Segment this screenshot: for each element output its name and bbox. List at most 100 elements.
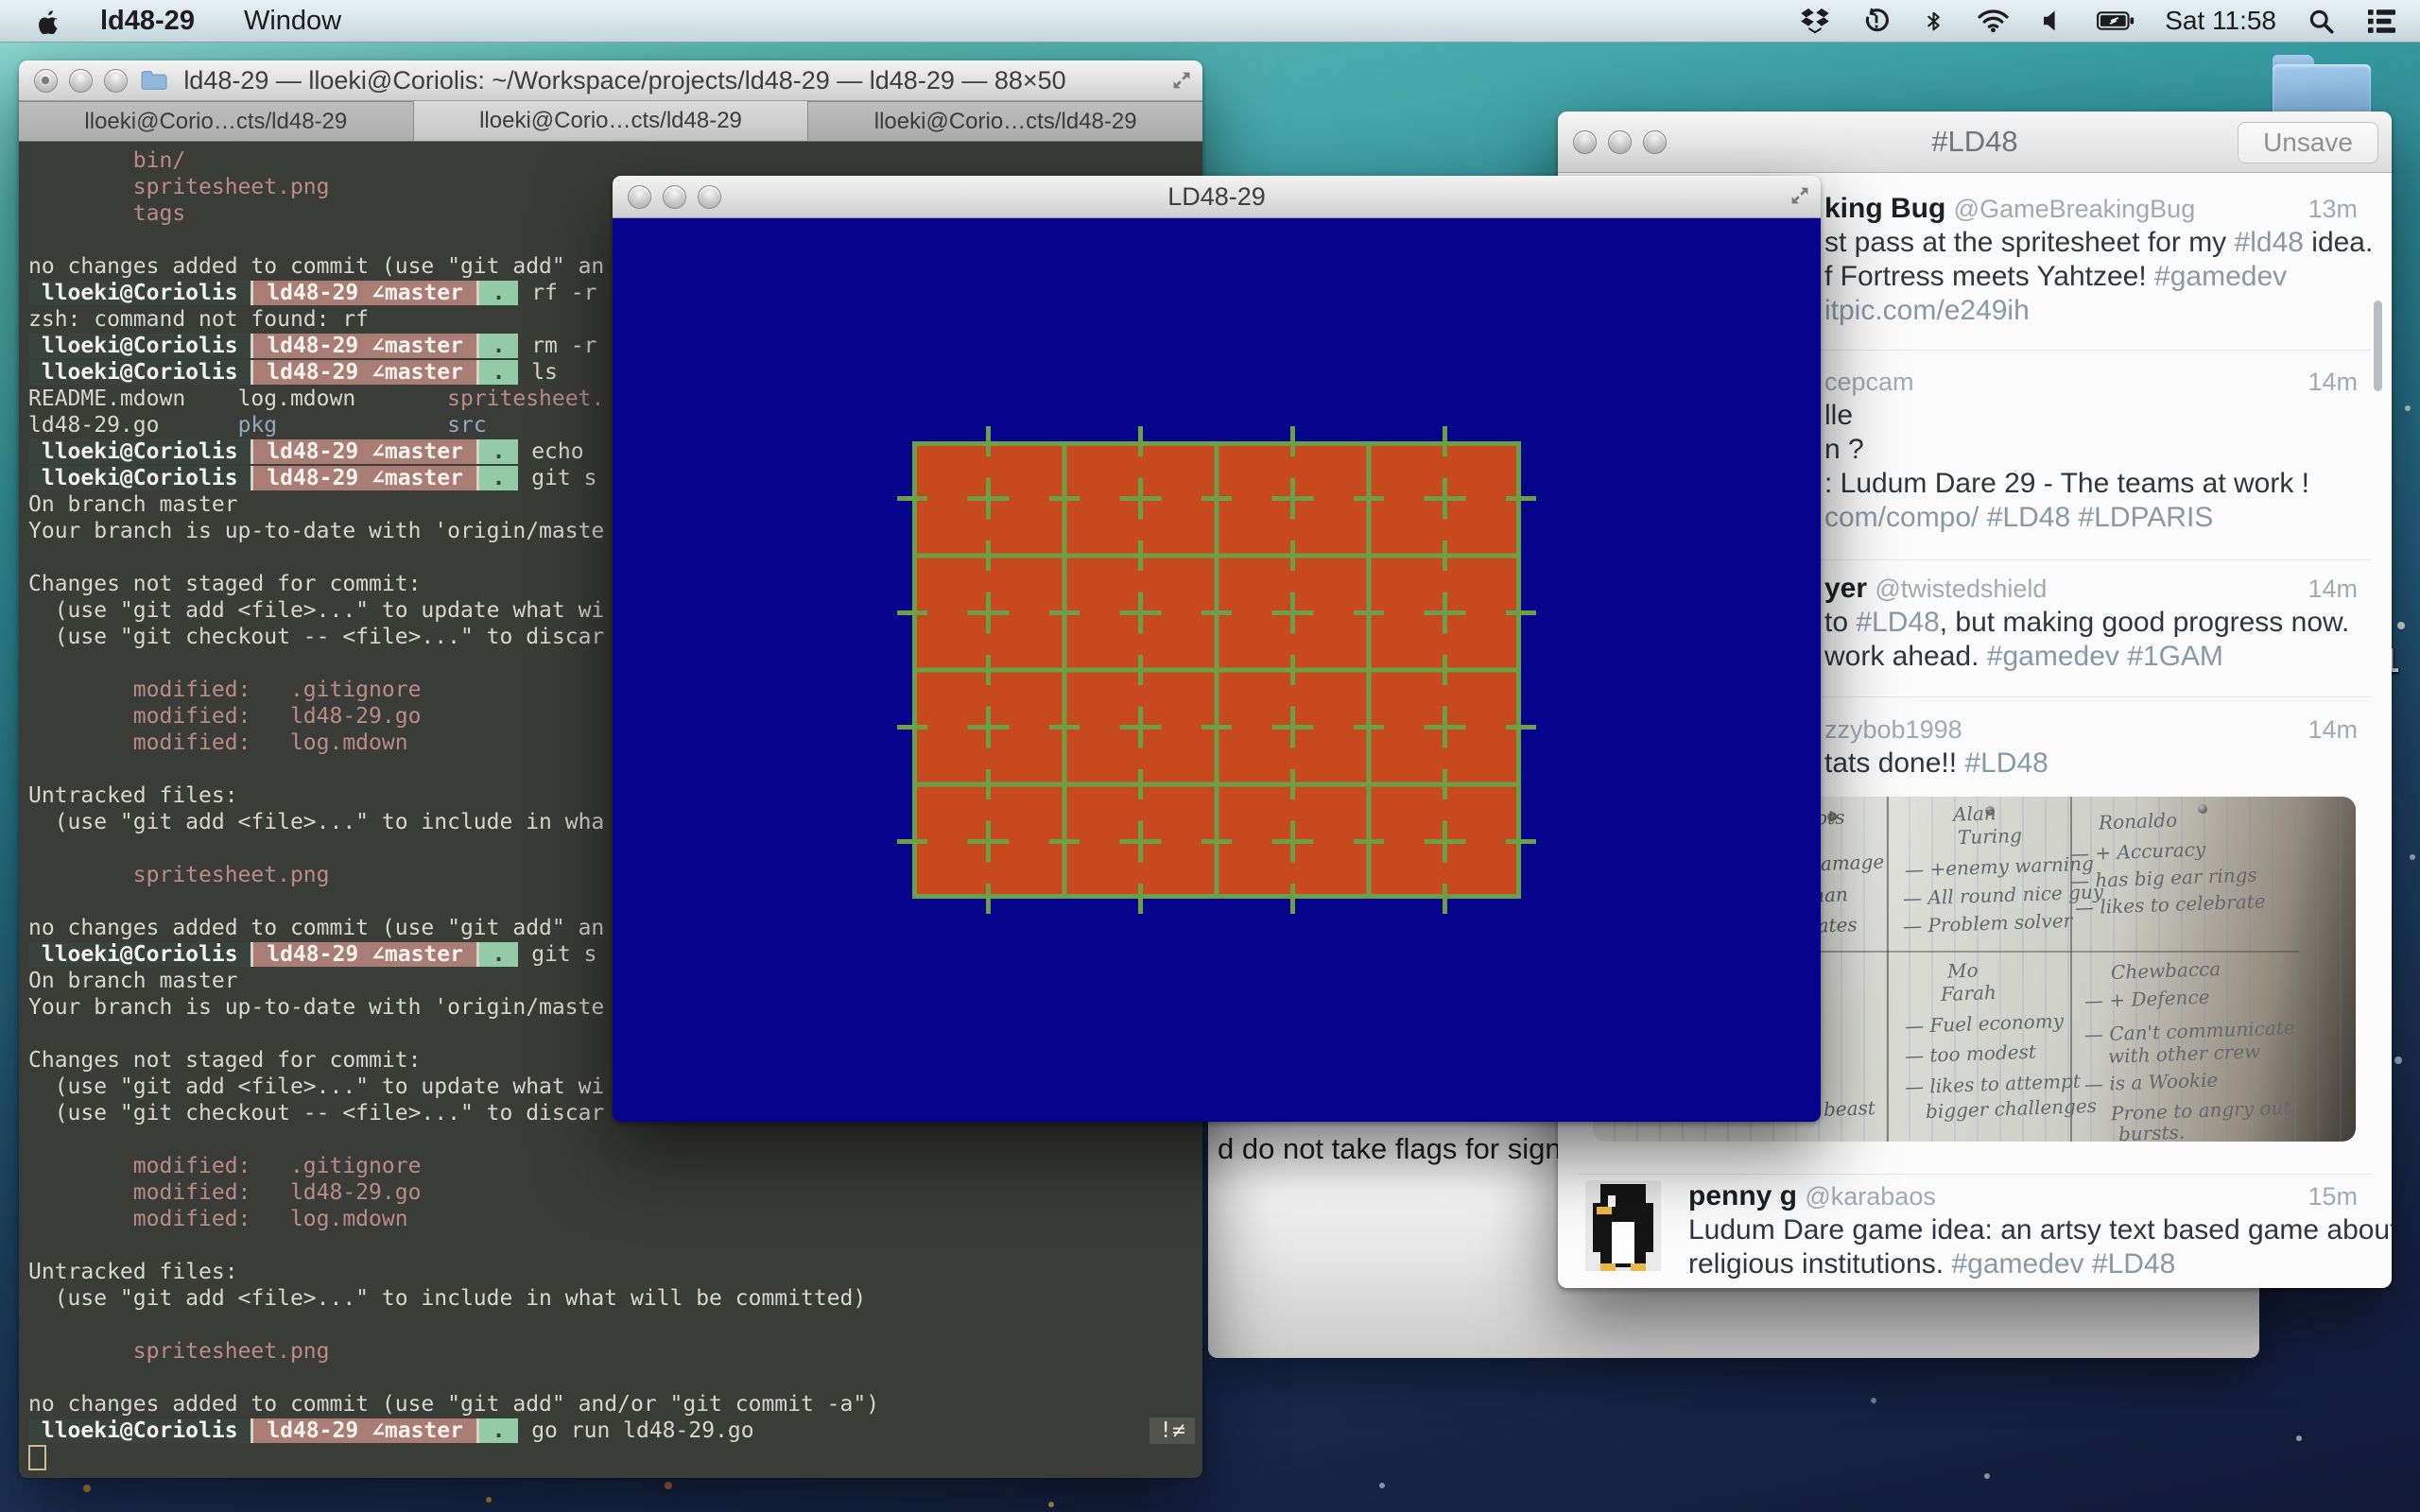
tweet-divider [1579, 1174, 2371, 1175]
tweet-timestamp: 15m [2308, 1182, 2358, 1211]
tweet-text: religious institutions. #gamedev #LD48 [1688, 1248, 2175, 1280]
handwritten-note: — + Defence [2084, 986, 2210, 1013]
penguin-avatar[interactable] [1584, 1180, 1662, 1276]
game-title: LD48-29 [613, 182, 1821, 212]
battery-icon[interactable] [2097, 11, 2135, 30]
terminal-tab-1[interactable]: lloeki@Corio…cts/ld48-29 [19, 101, 414, 141]
tweet-link[interactable]: #LD48 [1856, 607, 1939, 638]
minimize-button[interactable] [69, 69, 93, 93]
tweet-handle: zzybob1998 [1824, 715, 1962, 744]
terminal-line: modified: log.mdown [28, 1206, 1202, 1232]
tweet-handle: @GameBreakingBug [1954, 195, 2196, 223]
tweet-link[interactable]: com/compo/ [1824, 502, 1987, 533]
zoom-button[interactable] [104, 69, 128, 93]
tweet-text: to #LD48, but making good progress now. [1824, 607, 2349, 639]
tweet-link[interactable]: #LD48 #LDPARIS [1987, 502, 2214, 533]
close-button[interactable] [34, 69, 58, 93]
terminal-line [28, 1365, 1202, 1391]
handwritten-note: Chewbacca [2111, 957, 2221, 984]
fullscreen-icon[interactable] [1789, 184, 1811, 212]
dropbox-icon[interactable] [1801, 9, 1829, 34]
menu-item-window[interactable]: Window [244, 6, 341, 37]
minimize-button[interactable] [663, 185, 686, 209]
handwritten-note: bursts. [2118, 1121, 2186, 1142]
game-titlebar[interactable]: LD48-29 [613, 176, 1821, 218]
tweet-text: Ludum Dare game idea: an artsy text base… [1688, 1214, 2392, 1246]
tweet-timestamp: 14m [2308, 368, 2358, 397]
tweet-text: lle [1824, 400, 1853, 432]
terminal-line [28, 1126, 1202, 1153]
terminal-line: no changes added to commit (use "git add… [28, 1391, 1202, 1418]
tweet-header: yer @twistedshield [1824, 573, 2047, 605]
terminal-title: ld48-29 — lloeki@Coriolis: ~/Workspace/p… [19, 66, 1202, 95]
tweet-link[interactable]: itpic.com/e249ih [1824, 295, 2030, 326]
tweet-header: king Bug @GameBreakingBug [1824, 193, 2195, 225]
twitter-header[interactable]: #LD48 Unsave [1558, 112, 2392, 173]
prompt-status-badge: !≠ [1150, 1418, 1195, 1444]
notification-center-icon[interactable] [2368, 9, 2395, 33]
terminal-line: modified: .gitignore [28, 1153, 1202, 1179]
menu-app-name[interactable]: ld48-29 [100, 6, 195, 37]
tweet-handle: @karabaos [1805, 1182, 1935, 1211]
menu-clock[interactable]: Sat 11:58 [2165, 6, 2276, 36]
menu-bar: ld48-29 Window Sat 11:58 [0, 0, 2420, 43]
unsave-button[interactable]: Unsave [2238, 122, 2378, 163]
tweet-text: : Ludum Dare 29 - The teams at work ! [1824, 468, 2309, 500]
tweet-header: penny g @karabaos [1688, 1180, 1936, 1212]
terminal-line: Untracked files: [28, 1259, 1202, 1285]
tweet-text: n ? [1824, 434, 1864, 466]
time-machine-icon[interactable] [1863, 8, 1890, 34]
close-button[interactable] [628, 185, 651, 209]
spotlight-icon[interactable] [2308, 9, 2334, 34]
tweet-text: st pass at the spritesheet for my #ld48 … [1824, 227, 2373, 259]
spritesheet-grid [912, 441, 1521, 899]
terminal-cursor [28, 1445, 46, 1470]
tweet-timestamp: 14m [2308, 575, 2358, 604]
tweet-text: work ahead. #gamedev #1GAM [1824, 641, 2223, 673]
tweet-link[interactable]: #ld48 [2235, 227, 2304, 258]
terminal-tab-2[interactable]: lloeki@Corio…cts/ld48-29 [414, 101, 809, 141]
bluetooth-icon[interactable] [1924, 8, 1944, 35]
close-button[interactable] [1573, 130, 1597, 154]
tweet-handle: @twistedshield [1875, 575, 2047, 603]
terminal-line [28, 1232, 1202, 1259]
handwritten-note: — too modest [1905, 1040, 2037, 1068]
proxy-folder-icon [141, 70, 167, 91]
apple-menu[interactable] [38, 9, 60, 34]
terminal-line: (use "git add <file>..." to include in w… [28, 1285, 1202, 1312]
tweet-text: tats done!! #LD48 [1824, 747, 2048, 780]
tweet-text: f Fortress meets Yahtzee! #gamedev [1824, 261, 2287, 293]
tweet-link[interactable]: #gamedev #1GAM [1987, 641, 2223, 672]
terminal-line [28, 1444, 1202, 1470]
terminal-line: spritesheet.png [28, 1338, 1202, 1365]
handwritten-note: Turing [1958, 824, 2023, 849]
wifi-icon[interactable] [1978, 9, 2009, 33]
volume-icon[interactable] [2043, 9, 2063, 33]
game-canvas[interactable] [613, 218, 1821, 1122]
handwritten-note: Alan [1953, 801, 1996, 826]
zoom-button[interactable] [698, 185, 721, 209]
tweet-timestamp: 14m [2308, 715, 2358, 745]
terminal-line: bin/ [28, 147, 1202, 174]
tweet-text: com/compo/ #LD48 #LDPARIS [1824, 502, 2213, 534]
handwritten-note: Mo [1947, 958, 1979, 982]
tweet-link[interactable]: #gamedev #LD48 [1951, 1248, 2175, 1280]
handwritten-note: Ronaldo [2099, 809, 2178, 834]
terminal-line [28, 1312, 1202, 1338]
terminal-titlebar[interactable]: ld48-29 — lloeki@Coriolis: ~/Workspace/p… [19, 60, 1202, 101]
scrollbar-thumb[interactable] [2374, 301, 2382, 391]
handwritten-note: — is a Wookie [2084, 1069, 2219, 1096]
desktop: 1 d do not take flags for signe ld48-29 … [0, 0, 2420, 1512]
tweet-author: king Bug [1824, 193, 1945, 224]
fullscreen-icon[interactable] [1170, 69, 1193, 96]
tweet-timestamp: 13m [2308, 195, 2358, 224]
tweet-header: zzybob1998 [1824, 713, 1962, 746]
tweet-link[interactable]: #gamedev [2154, 261, 2287, 292]
terminal-tab-3[interactable]: lloeki@Corio…cts/ld48-29 [808, 101, 1202, 141]
minimize-button[interactable] [1608, 130, 1632, 154]
tweet-link[interactable]: #LD48 [1964, 747, 2048, 779]
terminal-line: modified: ld48-29.go [28, 1179, 1202, 1206]
zoom-button[interactable] [1643, 130, 1667, 154]
handwritten-note: Farah [1941, 981, 1997, 1005]
tweet-text: itpic.com/e249ih [1824, 295, 2030, 327]
